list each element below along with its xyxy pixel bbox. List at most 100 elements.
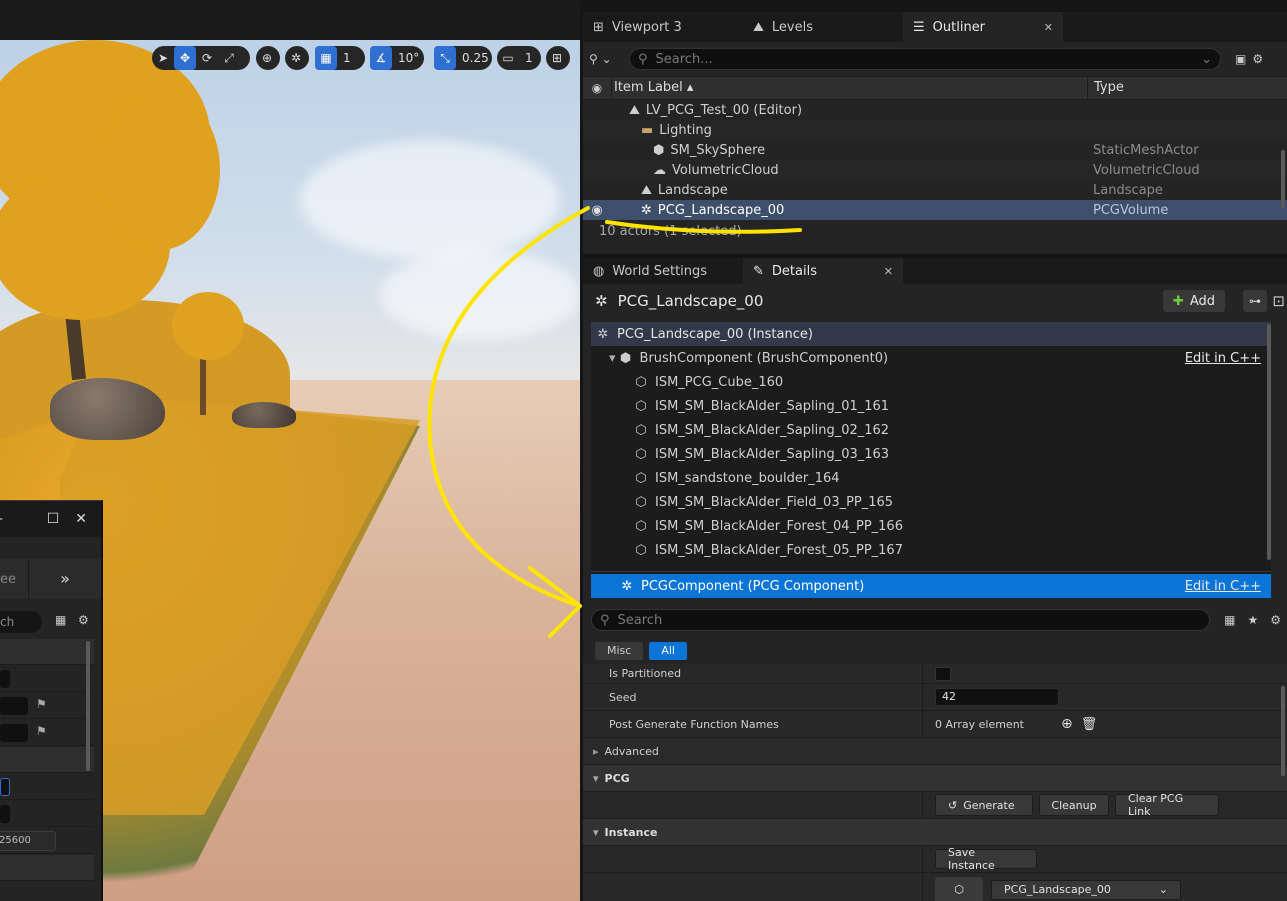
outliner-row-volumetric-cloud[interactable]: ☁ VolumetricCloud VolumetricCloud xyxy=(583,160,1287,180)
camera-speed[interactable]: ▭ 1 xyxy=(497,46,541,70)
column-item-label[interactable]: Item Label ▴ xyxy=(611,76,1087,100)
sapling-crown xyxy=(172,292,244,360)
cleanup-button[interactable]: Cleanup xyxy=(1039,794,1109,816)
outliner-tabbar: ⊞ Viewport 3 ⛰ Levels ☰ Outliner ✕ xyxy=(583,12,1287,42)
tab-viewport-3[interactable]: ⊞ Viewport 3 xyxy=(583,12,743,42)
outliner-search[interactable]: ⚲ Search... ⌄ xyxy=(629,48,1221,70)
visibility-icon[interactable]: ◉ xyxy=(583,81,611,95)
expand-icon: ▸ xyxy=(593,744,599,758)
column-type[interactable]: Type xyxy=(1087,76,1287,100)
minimize-icon[interactable]: – xyxy=(0,511,3,527)
scrollbar[interactable] xyxy=(1281,686,1285,776)
trash-icon[interactable]: 🗑 xyxy=(1081,717,1098,732)
seed-input[interactable]: 42 xyxy=(935,688,1059,706)
tab-label: Levels xyxy=(771,19,814,35)
details-header: ✲ PCG_Landscape_00 ✚ Add ⊶ ⊡ xyxy=(583,284,1287,318)
angle-snap-value: 10° xyxy=(398,51,420,65)
close-icon[interactable]: ✕ xyxy=(1044,21,1053,34)
world-local-toggle[interactable]: ⊕ xyxy=(256,46,280,70)
advanced-section[interactable]: ▸ Advanced xyxy=(583,738,1287,765)
chevron-down-icon[interactable]: ⌄ xyxy=(1201,52,1212,67)
maximize-icon[interactable]: ☐ xyxy=(47,511,60,527)
dropdown[interactable]: 25600 xyxy=(0,831,56,851)
pcg-section-header[interactable]: ▾ PCG xyxy=(583,765,1287,792)
property-editor: ⚲ Search ▦ ★ ⚙ Misc All Is Partitioned S… xyxy=(583,608,1287,901)
edit-in-cpp-link[interactable]: Edit in C++ xyxy=(1185,579,1261,594)
instance-section-header[interactable]: ▾ Instance xyxy=(583,819,1287,846)
table-view-icon[interactable]: ▦ xyxy=(55,613,66,627)
property-row: ⚑ xyxy=(0,720,94,746)
grid-snap[interactable]: ▦ 1 xyxy=(315,46,365,70)
blueprint-button[interactable]: ⊶ xyxy=(1243,290,1267,312)
outliner-row-landscape[interactable]: ⛰ Landscape Landscape xyxy=(583,180,1287,200)
settings-icon[interactable]: ⚙ xyxy=(78,613,89,627)
clear-pcg-link-button[interactable]: Clear PCG Link xyxy=(1115,792,1219,818)
component-child[interactable]: ⬡ ISM_SM_BlackAlder_Sapling_02_162 xyxy=(591,418,1271,442)
levels-icon: ⛰ xyxy=(753,19,764,35)
settings-icon[interactable]: ⚙ xyxy=(1252,52,1263,66)
scrollbar[interactable] xyxy=(1267,324,1271,560)
add-folder-icon[interactable]: ▣ xyxy=(1235,52,1246,66)
window-search-input[interactable]: ch xyxy=(0,611,42,633)
close-icon[interactable]: ✕ xyxy=(75,511,87,527)
generate-button[interactable]: ↺ Generate xyxy=(935,794,1033,816)
translate-icon[interactable]: ✥ xyxy=(174,46,196,70)
refresh-icon: ↺ xyxy=(948,798,958,812)
add-element-icon[interactable]: ⊕ xyxy=(1061,716,1073,732)
property-row xyxy=(0,666,94,692)
flag-icon[interactable]: ⚑ xyxy=(36,697,47,711)
cloud xyxy=(380,250,580,340)
filter-misc[interactable]: Misc xyxy=(595,642,644,660)
tab-outliner[interactable]: ☰ Outliner ✕ xyxy=(903,12,1063,42)
close-icon[interactable]: ✕ xyxy=(884,265,893,278)
filter-icon[interactable]: ⚲ ⌄ xyxy=(589,52,623,66)
tab-levels[interactable]: ⛰ Levels xyxy=(743,12,903,42)
angle-snap[interactable]: ∡ 10° xyxy=(370,46,424,70)
select-icon[interactable]: ➤ xyxy=(152,46,174,70)
table-view-icon[interactable]: ▦ xyxy=(1224,613,1235,627)
tab-world-settings[interactable]: ◍ World Settings xyxy=(583,258,743,284)
scrollbar[interactable] xyxy=(1281,150,1285,208)
component-child[interactable]: ⬡ ISM_SM_BlackAlder_Sapling_01_161 xyxy=(591,394,1271,418)
property-search[interactable]: ⚲ Search xyxy=(591,609,1211,631)
filter-all[interactable]: All xyxy=(649,642,687,660)
camera-speed-value: 1 xyxy=(525,51,533,65)
more-tabs-icon[interactable]: » xyxy=(28,559,101,599)
asset-dropdown[interactable]: PCG_Landscape_00 ⌄ xyxy=(991,879,1181,900)
add-component-button[interactable]: ✚ Add xyxy=(1162,290,1225,312)
visibility-icon[interactable]: ◉ xyxy=(583,203,611,218)
surface-snap-toggle[interactable]: ✲ xyxy=(285,46,309,70)
component-child[interactable]: ⬡ ISM_SM_BlackAlder_Field_03_PP_165 xyxy=(591,490,1271,514)
component-child[interactable]: ⬡ ISM_SM_BlackAlder_Sapling_03_163 xyxy=(591,442,1271,466)
edit-in-cpp-link[interactable]: Edit in C++ xyxy=(1185,351,1261,366)
component-child[interactable]: ⬡ ISM_SM_BlackAlder_Forest_04_PP_166 xyxy=(591,514,1271,538)
star-icon[interactable]: ★ xyxy=(1247,613,1258,627)
outliner-row-pcg-landscape[interactable]: ◉ ✲ PCG_Landscape_00 PCGVolume xyxy=(583,200,1287,220)
component-brush[interactable]: ▾ ⬢ BrushComponent (BrushComponent0) Edi… xyxy=(591,346,1271,370)
outliner-row-level[interactable]: ⛰ LV_PCG_Test_00 (Editor) xyxy=(583,100,1287,120)
flag-icon[interactable]: ⚑ xyxy=(36,724,47,738)
component-pcg[interactable]: ✲ PCGComponent (PCG Component) Edit in C… xyxy=(591,574,1271,598)
is-partitioned-checkbox[interactable] xyxy=(935,666,951,681)
scale-snap[interactable]: ⤡ 0.25 xyxy=(434,46,492,70)
component-child[interactable]: ⬡ ISM_SM_BlackAlder_Forest_05_PP_167 xyxy=(591,538,1271,562)
outliner-row-skysphere[interactable]: ⬢ SM_SkySphere StaticMeshActor xyxy=(583,140,1287,160)
window-tab[interactable]: ee xyxy=(0,572,28,587)
row-label: LV_PCG_Test_00 (Editor) xyxy=(645,102,803,118)
component-child[interactable]: ⬡ ISM_PCG_Cube_160 xyxy=(591,370,1271,394)
layout-button[interactable]: ⊞ xyxy=(546,46,570,70)
tab-details[interactable]: ✎ Details ✕ xyxy=(743,258,903,284)
settings-icon[interactable]: ⚙ xyxy=(1270,613,1281,627)
section-label: Instance xyxy=(604,825,658,839)
save-instance-button[interactable]: Save Instance xyxy=(935,846,1037,872)
scrollbar[interactable] xyxy=(86,641,90,771)
component-root[interactable]: ✲ PCG_Landscape_00 (Instance) xyxy=(591,322,1271,346)
scale-icon[interactable]: ⤢ xyxy=(218,46,240,70)
component-child[interactable]: ⬡ ISM_sandstone_boulder_164 xyxy=(591,466,1271,490)
rotate-icon[interactable]: ⟳ xyxy=(196,46,218,70)
lock-icon[interactable]: ⊡ xyxy=(1272,292,1285,310)
level-viewport[interactable]: ➤ ✥ ⟳ ⤢ ⊕ ✲ ▦ 1 ∡ 10° ⤡ 0.25 ▭ 1 ⊞ ☐ ✕ e… xyxy=(0,0,580,901)
outliner-row-lighting[interactable]: ▬ Lighting xyxy=(583,120,1287,140)
collapse-icon[interactable]: ▾ xyxy=(609,351,616,366)
search-placeholder: Search... xyxy=(655,51,713,67)
